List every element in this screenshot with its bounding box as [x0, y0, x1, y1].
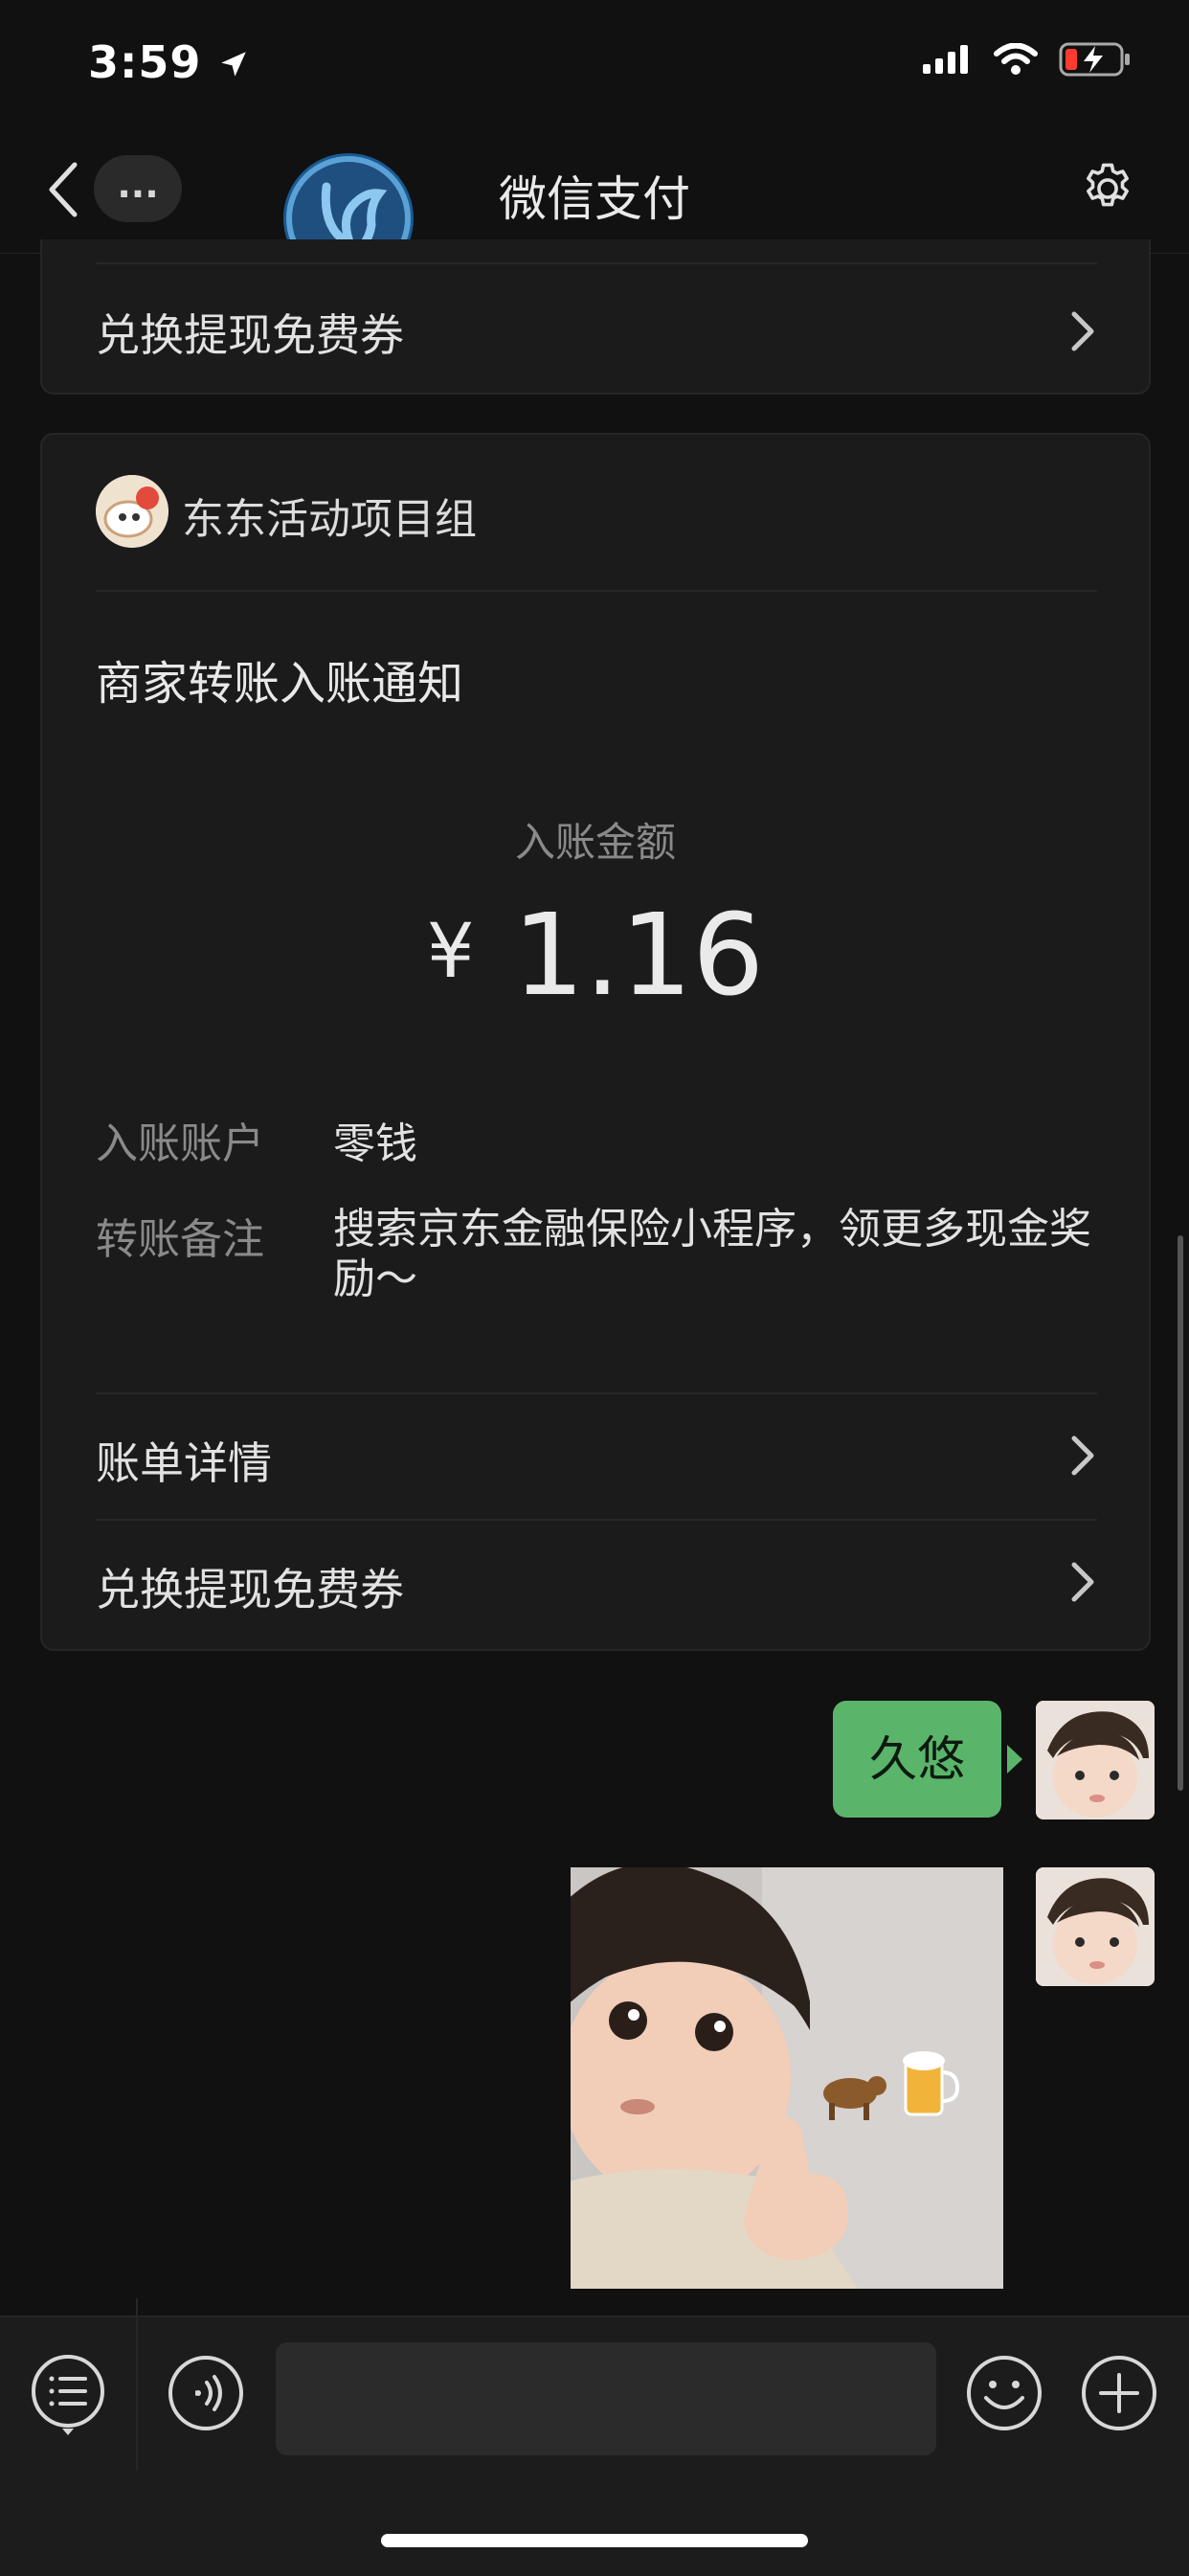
battery-charging-icon	[1059, 42, 1132, 80]
notice-title: 商家转账入账通知	[96, 657, 464, 711]
settings-button[interactable]	[1078, 159, 1137, 222]
amount-value: 1.16	[512, 889, 765, 1021]
sender-name: 东东活动项目组	[182, 495, 477, 544]
voice-button[interactable]	[167, 2354, 245, 2436]
bubble-tail	[1007, 1745, 1024, 1777]
status-icons	[923, 42, 1132, 80]
account-label: 入账账户	[96, 1119, 264, 1168]
emoji-icon	[967, 2356, 1042, 2430]
account-value: 零钱	[333, 1119, 417, 1168]
chevron-right-icon	[1071, 1562, 1094, 1602]
chevron-right-icon	[1071, 311, 1094, 351]
user-avatar[interactable]	[1036, 1701, 1155, 1819]
redeem-voucher-row-top[interactable]: 兑换提现免费券	[42, 266, 1149, 391]
divider	[96, 1519, 1097, 1521]
gear-icon	[1087, 163, 1129, 207]
sender-avatar	[96, 475, 168, 548]
redeem-voucher-label: 兑换提现免费券	[96, 1564, 404, 1616]
list-menu-icon	[32, 2355, 104, 2435]
emoji-button[interactable]	[965, 2354, 1043, 2436]
redeem-voucher-row[interactable]: 兑换提现免费券	[42, 1523, 1149, 1643]
bill-details-row[interactable]: 账单详情	[42, 1396, 1149, 1517]
amount-label: 入账金额	[514, 819, 676, 866]
location-arrow-icon	[217, 36, 250, 88]
chevron-right-icon	[1071, 1435, 1094, 1476]
message-input[interactable]	[276, 2342, 936, 2455]
transfer-notice-card: 东东活动项目组 商家转账入账通知 入账金额 ¥1.16 入账账户 零钱 转账备注…	[40, 433, 1151, 1651]
text-message-bubble[interactable]: 久悠	[833, 1701, 1001, 1818]
currency-symbol: ¥	[426, 909, 475, 995]
add-button[interactable]	[1080, 2354, 1158, 2436]
remark-label: 转账备注	[96, 1215, 264, 1264]
page-title: 微信支付	[499, 171, 690, 227]
remark-value: 搜索京东金融保险小程序，领更多现金奖励～	[333, 1205, 1091, 1303]
plus-icon	[1082, 2356, 1156, 2430]
divider	[96, 1392, 1097, 1394]
sticker-image[interactable]	[571, 1867, 1003, 2289]
signal-icon	[923, 45, 973, 78]
voice-icon	[168, 2356, 243, 2430]
user-avatar[interactable]	[1036, 1867, 1155, 1986]
divider	[96, 590, 1097, 592]
scrollbar[interactable]	[1178, 1235, 1183, 1791]
menu-button[interactable]	[29, 2352, 107, 2442]
redeem-voucher-label: 兑换提现免费券	[96, 309, 404, 361]
status-time: 3:59	[88, 36, 250, 88]
divider	[136, 2298, 138, 2471]
wifi-icon	[994, 42, 1038, 79]
previous-notice-card: 兑换提现免费券	[40, 239, 1151, 395]
divider	[96, 262, 1097, 264]
home-indicator[interactable]	[381, 2534, 808, 2547]
amount-display: ¥1.16	[42, 889, 1149, 1021]
bill-details-label: 账单详情	[96, 1437, 272, 1489]
sender-header[interactable]: 东东活动项目组	[96, 475, 1091, 552]
